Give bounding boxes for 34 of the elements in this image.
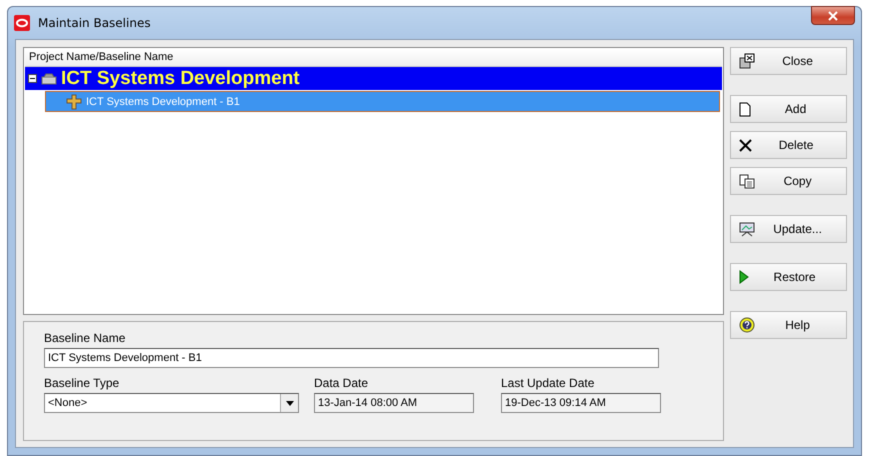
window-close-icon (739, 53, 756, 69)
last-update-date-field[interactable]: 19-Dec-13 09:14 AM (501, 393, 661, 413)
copy-button[interactable]: Copy (730, 167, 847, 195)
project-row[interactable]: ICT Systems Development (25, 67, 722, 90)
field-label: Last Update Date (501, 376, 596, 390)
restore-button[interactable]: Restore (730, 263, 847, 291)
project-icon (41, 72, 57, 84)
close-button[interactable] (811, 6, 855, 25)
field-label: Baseline Type (44, 376, 120, 390)
help-button[interactable]: Help (730, 311, 847, 339)
project-name: ICT Systems Development (61, 68, 300, 90)
collapse-icon[interactable] (28, 74, 37, 83)
close-button[interactable]: Close (730, 47, 847, 75)
update-button[interactable]: Update... (730, 215, 847, 243)
add-button[interactable]: Add (730, 95, 847, 123)
play-icon (739, 270, 750, 284)
monitor-icon (739, 222, 756, 236)
baseline-icon (66, 94, 82, 110)
column-header: Project Name/Baseline Name (25, 49, 722, 67)
field-label: Baseline Name (44, 331, 126, 345)
baseline-name: ICT Systems Development - B1 (86, 96, 240, 108)
field-label: Data Date (314, 376, 370, 390)
new-document-icon (739, 102, 752, 116)
app-logo-icon (14, 15, 30, 31)
delete-button[interactable]: Delete (730, 131, 847, 159)
help-icon (739, 317, 756, 333)
baseline-name-field[interactable]: ICT Systems Development - B1 (44, 348, 659, 368)
data-date-field[interactable]: 13-Jan-14 08:00 AM (314, 393, 474, 413)
baseline-type-dropdown[interactable]: <None> (44, 393, 299, 413)
dropdown-arrow-icon (286, 400, 294, 406)
delete-icon (739, 138, 752, 152)
window-title: Maintain Baselines (38, 16, 151, 30)
close-icon (828, 10, 838, 20)
copy-icon (739, 174, 756, 188)
